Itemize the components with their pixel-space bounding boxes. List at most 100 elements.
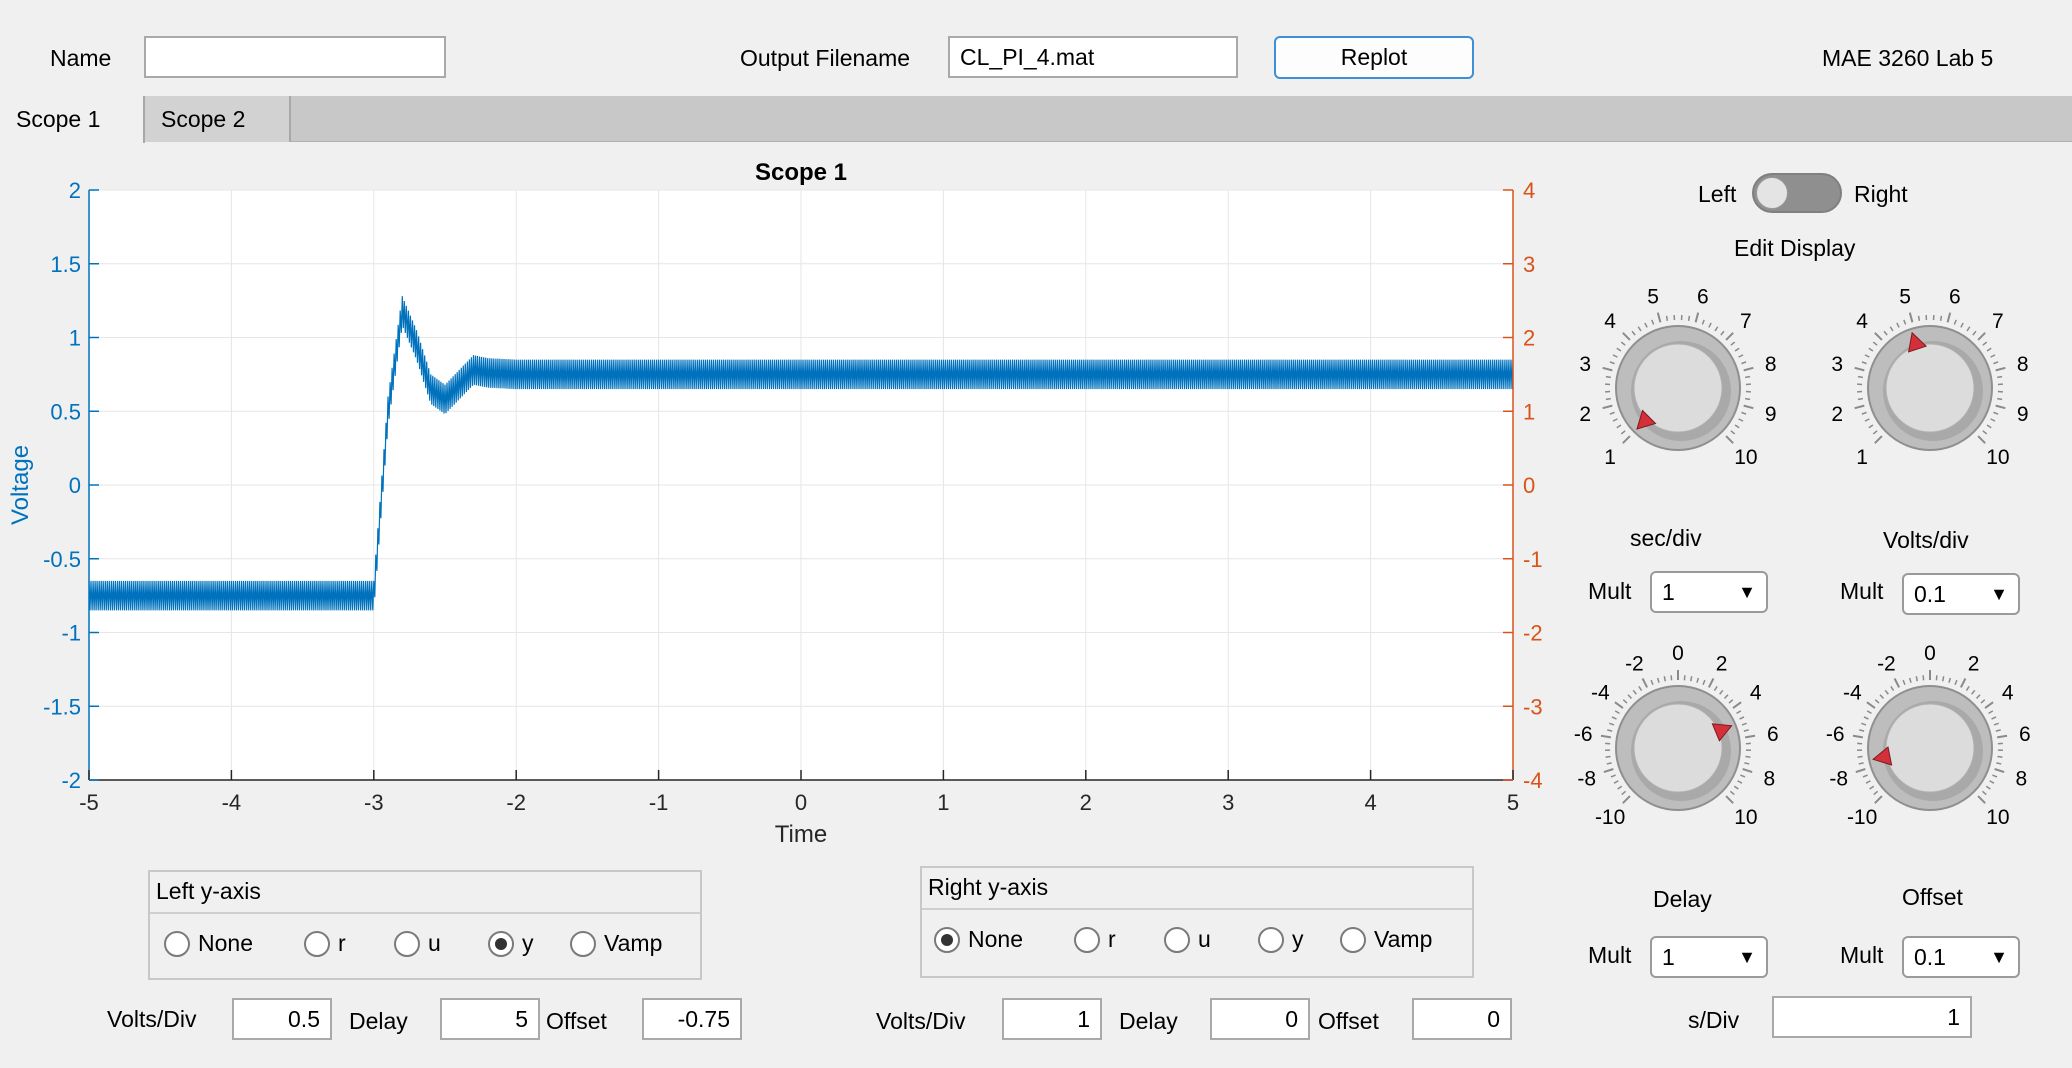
left-y-tick-label: -1 (61, 621, 81, 646)
knob-tick-mark (1890, 685, 1895, 691)
knob-tick-mark (1714, 326, 1719, 332)
knob-tick-mark (1745, 375, 1751, 379)
knob-tick-mark (1605, 397, 1611, 401)
left-radio-u[interactable]: u (394, 930, 441, 957)
knob-tick-label: 7 (1740, 310, 1752, 333)
knob-tick-mark (1632, 689, 1637, 695)
right-radio-none[interactable]: None (934, 926, 1023, 953)
knob-tick-mark (1728, 699, 1734, 704)
dropdown-value: 0.1 (1914, 943, 1946, 970)
toggle-thumb (1756, 177, 1788, 209)
knob-tick-label: 8 (1763, 768, 1775, 791)
knob-tick-mark (1725, 435, 1734, 444)
output-filename-label: Output Filename (740, 45, 911, 71)
left-radio-y[interactable]: y (488, 930, 534, 957)
right-delay-field[interactable]: 0 (1210, 998, 1310, 1040)
left-radio-none[interactable]: None (164, 930, 253, 957)
right-radio-vamp[interactable]: Vamp (1340, 926, 1432, 953)
knob-tick-mark (1857, 375, 1863, 379)
knob-tick-mark (1977, 435, 1986, 444)
knob-tick-mark (1980, 699, 1986, 704)
s-div-field[interactable]: 1 (1772, 996, 1972, 1038)
knob-tick-mark (1982, 341, 1988, 346)
knob-tick-label: 2 (1968, 652, 1980, 675)
right-radio-y[interactable]: y (1258, 926, 1304, 953)
knob-tick-label: -4 (1591, 682, 1610, 705)
knob-tick-mark (1902, 679, 1906, 686)
knob-tick-mark (1874, 332, 1883, 341)
knob-tick-mark (1622, 332, 1631, 341)
knob-cap (1633, 703, 1723, 793)
x-tick-label: -2 (506, 790, 526, 815)
knob-tick-mark (1993, 722, 1999, 726)
radio-circle (1074, 926, 1100, 953)
delay-mult-label: Mult (1588, 942, 1632, 968)
axis-toggle-switch[interactable] (1752, 173, 1842, 213)
left-offset-field[interactable]: -0.75 (642, 998, 742, 1040)
knob-tick-mark (1855, 768, 1866, 774)
knob-tick-mark (1609, 361, 1615, 365)
tab-scope-2[interactable]: Scope 2 (145, 96, 291, 142)
knob-tick-mark (1864, 354, 1870, 358)
x-tick-label: -4 (222, 790, 242, 815)
knob-tick-label: 4 (1856, 310, 1868, 333)
knob-tick-mark (1908, 677, 1912, 683)
left-delay-field[interactable]: 5 (440, 998, 540, 1040)
knob-tick-mark (1953, 319, 1957, 325)
knob-tick-mark (1734, 424, 1740, 429)
sec-div-mult-label: Mult (1588, 578, 1632, 604)
knob-tick-mark (1977, 795, 1986, 804)
knob-tick-label: 4 (1750, 682, 1762, 705)
left-y-tick-label: 1.5 (50, 252, 81, 277)
dropdown-value: 1 (1662, 943, 1675, 970)
knob-tick-mark (1737, 780, 1743, 784)
knob-tick-label: -10 (1595, 806, 1625, 829)
knob-tick-mark (1986, 347, 1992, 352)
delay-knob[interactable]: -10 -8 -6 -4 -2 0 246 8 10 (1558, 640, 1798, 850)
knob-tick-mark (1995, 729, 2001, 732)
delay-mult-dropdown[interactable]: 1 ▼ (1650, 936, 1768, 978)
replot-button[interactable]: Replot (1274, 36, 1474, 79)
left-radio-r[interactable]: r (304, 930, 346, 957)
knob-tick-mark (1857, 755, 1863, 758)
knob-tick-mark (1879, 694, 1884, 699)
knob-tick-mark (1976, 694, 1981, 699)
name-field[interactable] (144, 36, 446, 78)
knob-tick-mark (1605, 375, 1611, 379)
knob-tick-mark (1743, 366, 1754, 372)
tab-scope-1[interactable]: Scope 1 (0, 96, 145, 143)
sec-div-knob[interactable]: 12345 678910 (1558, 280, 1798, 490)
knob-tick-mark (1857, 397, 1863, 401)
right-radio-u[interactable]: u (1164, 926, 1211, 953)
knob-tick-mark (1988, 710, 1994, 715)
knob-tick-mark (1965, 685, 1970, 691)
chevron-down-icon: ▼ (1738, 581, 1756, 602)
left-volts-div-field[interactable]: 0.5 (232, 998, 332, 1040)
knob-tick-mark (1725, 795, 1734, 804)
right-volts-div-field[interactable]: 1 (1002, 998, 1102, 1040)
knob-tick-mark (1690, 676, 1693, 682)
output-filename-field[interactable]: CL_PI_4.mat (948, 36, 1238, 78)
knob-tick-mark (1908, 312, 1914, 323)
right-radio-r[interactable]: r (1074, 926, 1116, 953)
sec-div-mult-dropdown[interactable]: 1 ▼ (1650, 571, 1768, 613)
knob-tick-label: 10 (1734, 446, 1757, 469)
knob-tick-mark (1621, 790, 1627, 796)
toggle-right-label: Right (1854, 181, 1908, 207)
knob-tick-mark (1702, 679, 1706, 686)
offset-mult-dropdown[interactable]: 0.1 ▼ (1902, 936, 2020, 978)
knob-tick-mark (1866, 701, 1876, 709)
offset-knob[interactable]: -10 -8 -6 -4 -2 0 246 8 10 (1810, 640, 2050, 850)
left-y-axis-title: Left y-axis (156, 878, 261, 904)
knob-tick-label: 4 (1604, 310, 1616, 333)
volts-div-mult-dropdown[interactable]: 0.1 ▼ (1902, 573, 2020, 615)
volts-div-knob[interactable]: 12345 678910 (1810, 280, 2050, 490)
left-radio-vamp[interactable]: Vamp (570, 930, 662, 957)
knob-tick-label: 1 (1856, 446, 1868, 469)
right-offset-field[interactable]: 0 (1412, 998, 1512, 1040)
right-volts-div-label: Volts/Div (876, 1008, 966, 1034)
knob-tick-mark (1996, 762, 2002, 765)
knob-tick-mark (1866, 710, 1872, 715)
left-y-tick-label: 1 (69, 326, 81, 351)
left-y-tick-label: 2 (69, 178, 81, 203)
